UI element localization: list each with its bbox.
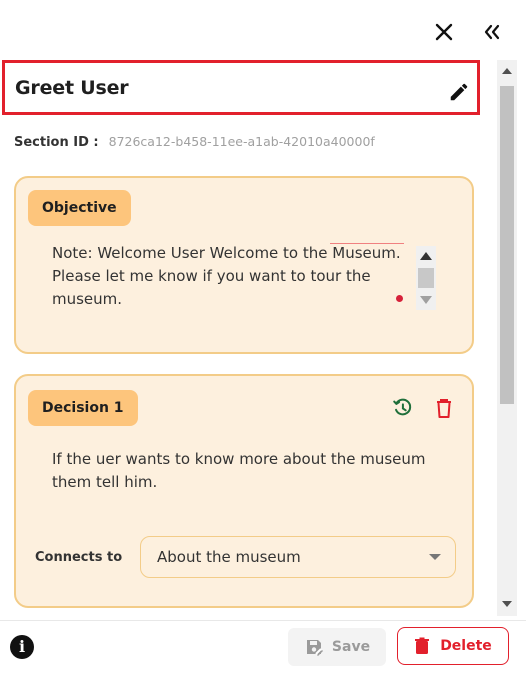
decision-text[interactable]: If the uer wants to know more about the … — [52, 448, 442, 494]
trash-icon — [415, 637, 430, 654]
scroll-thumb[interactable] — [418, 268, 434, 288]
save-button[interactable]: Save — [288, 628, 386, 666]
panel-header — [0, 0, 526, 60]
scroll-down-arrow-icon[interactable] — [502, 601, 512, 607]
section-title: Greet User — [15, 77, 129, 99]
dropdown-caret-icon — [429, 554, 441, 560]
cursor-dot — [396, 295, 403, 302]
connects-to-select[interactable]: About the museum — [140, 536, 456, 578]
connects-to-label: Connects to — [35, 550, 123, 565]
decision-card: Decision 1 If the uer wants to know more… — [14, 374, 474, 608]
objective-scrollbar[interactable] — [416, 246, 436, 310]
section-id-value: 8726ca12-b458-11ee-a1ab-42010a40000f — [108, 134, 375, 149]
collapse-panel-button[interactable] — [478, 18, 506, 46]
section-title-box: Greet User — [2, 60, 480, 115]
scroll-up-arrow-icon[interactable] — [502, 68, 512, 74]
connects-to-value: About the museum — [157, 548, 301, 566]
close-button[interactable] — [430, 18, 458, 46]
history-icon — [393, 398, 412, 416]
trash-icon — [437, 399, 451, 418]
panel-footer: i Save Delete — [0, 620, 526, 677]
delete-label: Delete — [440, 638, 492, 654]
section-id-label: Section ID : — [14, 135, 99, 150]
double-chevron-left-icon — [484, 24, 500, 40]
scroll-up-arrow-icon[interactable] — [420, 252, 432, 260]
edit-title-button[interactable] — [447, 80, 471, 104]
panel-scrollbar[interactable] — [497, 60, 517, 616]
scroll-thumb[interactable] — [500, 86, 514, 404]
decision-label: Decision 1 — [28, 390, 138, 426]
delete-button[interactable]: Delete — [397, 627, 509, 665]
objective-text[interactable]: Note: Welcome User Welcome to the Museum… — [52, 242, 412, 311]
pencil-icon — [450, 83, 468, 101]
section-id-row: Section ID : 8726ca12-b458-11ee-a1ab-4201… — [14, 134, 375, 150]
objective-label: Objective — [28, 190, 131, 226]
info-icon[interactable]: i — [10, 635, 34, 659]
scroll-down-arrow-icon[interactable] — [420, 296, 432, 304]
close-icon — [435, 23, 453, 41]
objective-card: Objective Note: Welcome User Welcome to … — [14, 176, 474, 354]
save-label: Save — [331, 639, 371, 655]
spellcheck-underline — [330, 243, 404, 244]
delete-decision-button[interactable] — [432, 396, 456, 420]
history-button[interactable] — [390, 396, 414, 420]
save-icon — [306, 640, 323, 656]
